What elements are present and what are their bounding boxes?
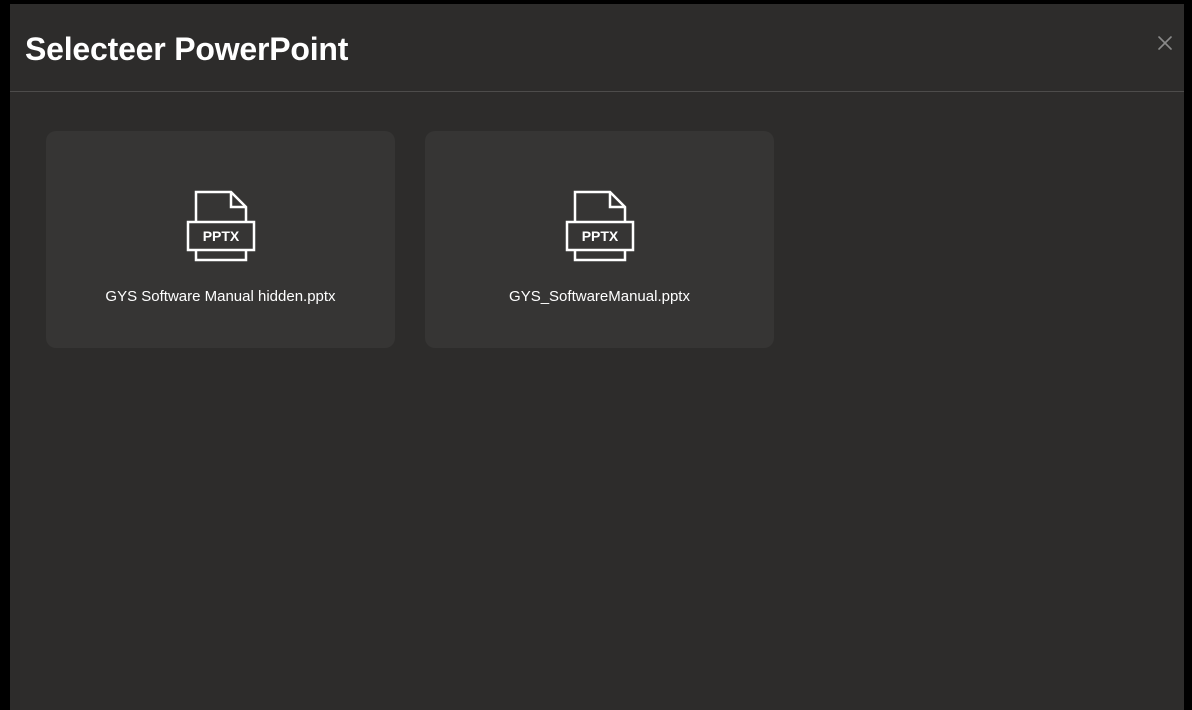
file-grid: PPTX GYS Software Manual hidden.pptx PPT… [46, 131, 774, 348]
dialog-title: Selecteer PowerPoint [25, 31, 349, 67]
select-powerpoint-dialog: Selecteer PowerPoint PPTX GYS Software M… [10, 4, 1184, 710]
file-name: GYS_SoftwareManual.pptx [509, 288, 690, 305]
pptx-file-icon: PPTX [565, 190, 634, 262]
pptx-badge-label: PPTX [581, 228, 618, 244]
pptx-file-icon: PPTX [186, 190, 255, 262]
pptx-badge-label: PPTX [202, 228, 239, 244]
file-card[interactable]: PPTX GYS_SoftwareManual.pptx [425, 131, 774, 348]
file-name: GYS Software Manual hidden.pptx [105, 288, 336, 305]
dialog-header: Selecteer PowerPoint [10, 4, 1184, 92]
close-icon [1158, 36, 1172, 50]
close-button[interactable] [1154, 32, 1176, 54]
file-card[interactable]: PPTX GYS Software Manual hidden.pptx [46, 131, 395, 348]
